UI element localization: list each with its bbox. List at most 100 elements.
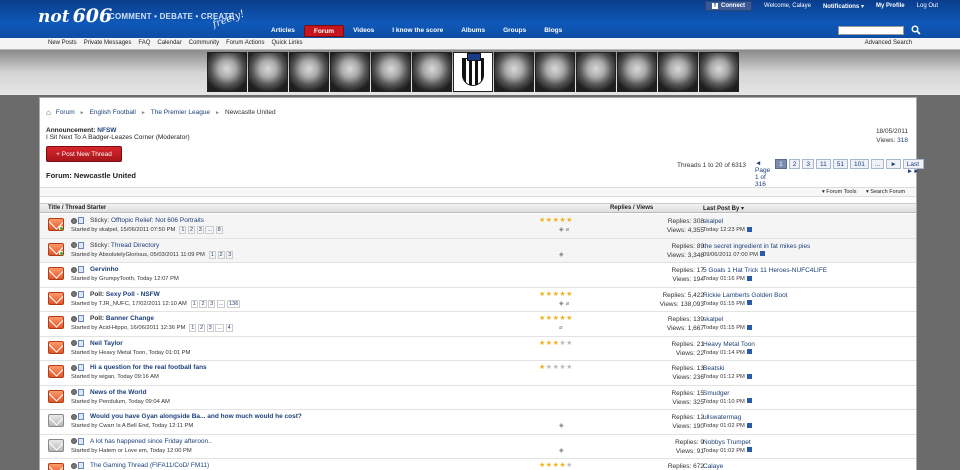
- home-icon[interactable]: ⌂: [46, 108, 51, 117]
- thread-page-link[interactable]: 1: [208, 250, 216, 259]
- thread-page-link[interactable]: 2: [197, 324, 206, 332]
- last-post-user[interactable]: Calaye: [703, 462, 723, 470]
- site-logo[interactable]: not 606: [38, 5, 112, 27]
- go-to-first-unread-icon[interactable]: [71, 340, 77, 346]
- thread-title[interactable]: Poll: Sexy Poll - NSFW: [90, 291, 160, 298]
- last-post-user[interactable]: skalpel: [703, 315, 752, 324]
- thread-title[interactable]: Sticky: Thread Directory: [90, 242, 159, 249]
- thread-page-link[interactable]: 8: [215, 226, 223, 234]
- last-post-user[interactable]: the secret ingredient in fat mikes pies: [703, 242, 810, 251]
- thread-title[interactable]: Sticky: Offtopic Relief: Not 606 Portrai…: [90, 217, 204, 224]
- nav-groups[interactable]: Groups: [494, 25, 535, 37]
- next-page-button[interactable]: ►: [886, 159, 901, 169]
- nav-albums[interactable]: Albums: [452, 25, 494, 37]
- thread-title[interactable]: A lot has happened since Friday afteroon…: [90, 438, 212, 445]
- tag-icon[interactable]: ◈: [559, 251, 564, 258]
- go-to-first-unread-icon[interactable]: [71, 438, 77, 444]
- last-post-user[interactable]: Heavy Metal Toon: [703, 340, 755, 349]
- thread-title-text[interactable]: Sexy Poll - NSFW: [106, 291, 160, 298]
- thread-title-text[interactable]: Would you have Gyan alongside Ba... and …: [90, 413, 302, 420]
- page-link-1[interactable]: 1: [775, 159, 787, 169]
- thread-title-text[interactable]: Gervinho: [90, 266, 119, 273]
- subnav-quick-links[interactable]: Quick Links: [271, 40, 302, 46]
- subnav-faq[interactable]: FAQ: [138, 40, 150, 46]
- go-to-first-unread-icon[interactable]: [71, 462, 77, 469]
- thread-page-link[interactable]: 2: [217, 250, 225, 259]
- nav-articles[interactable]: Articles: [262, 25, 304, 37]
- go-to-first-unread-icon[interactable]: [71, 315, 77, 322]
- page-link-11[interactable]: 11: [816, 159, 831, 169]
- nav-forum[interactable]: Forum: [303, 25, 345, 37]
- subnav-calendar[interactable]: Calendar: [157, 40, 181, 46]
- thread-page-link[interactable]: 2: [188, 226, 196, 234]
- thread-title-text[interactable]: News of the World: [90, 389, 147, 396]
- nav-i-know-the-score[interactable]: I know the score: [383, 25, 452, 37]
- subnav-new-posts[interactable]: New Posts: [48, 40, 77, 46]
- col-replies-views[interactable]: Replies / Views: [610, 205, 653, 211]
- last-post-user[interactable]: ullswatermag: [703, 413, 752, 422]
- search-input[interactable]: [838, 26, 904, 35]
- tag-icon[interactable]: ◈: [559, 422, 564, 429]
- breadcrumb-english-football[interactable]: English Football: [90, 109, 136, 116]
- go-to-last-post-icon[interactable]: [746, 447, 752, 453]
- thread-title-text[interactable]: Neil Taylor: [90, 340, 123, 347]
- tag-icon[interactable]: ◈: [559, 300, 564, 307]
- thread-page-link[interactable]: 3: [226, 250, 234, 259]
- go-to-last-post-icon[interactable]: [746, 300, 752, 306]
- thread-page-link[interactable]: 3: [208, 299, 216, 308]
- thread-page-link[interactable]: 2: [199, 299, 207, 308]
- thread-page-link[interactable]: ...: [205, 226, 214, 234]
- subnav-forum-actions[interactable]: Forum Actions: [226, 40, 264, 46]
- forum-tools-menu[interactable]: ▾ Forum Tools: [822, 189, 856, 195]
- thread-page-link[interactable]: ...: [215, 324, 224, 332]
- breadcrumb-premier-league[interactable]: The Premier League: [151, 109, 210, 116]
- thread-page-link[interactable]: 1: [189, 324, 197, 332]
- thread-title-text[interactable]: A lot has happened since Friday afteroon…: [90, 438, 212, 445]
- thread-page-link[interactable]: 3: [206, 324, 214, 332]
- col-title-starter[interactable]: Title / Thread Starter: [48, 205, 106, 211]
- thread-title[interactable]: News of the World: [90, 389, 147, 396]
- attachment-icon[interactable]: ⌀: [559, 324, 563, 331]
- thread-page-link[interactable]: 4: [225, 324, 233, 332]
- advanced-search-link[interactable]: Advanced Search: [865, 40, 912, 46]
- thread-title[interactable]: Hi a question for the real football fans: [90, 364, 207, 371]
- last-post-user[interactable]: Beatski: [703, 364, 752, 373]
- thread-title[interactable]: The Gaming Thread (FIFA11/CoD/ FM11): [90, 462, 209, 469]
- subnav-private-messages[interactable]: Private Messages: [84, 40, 132, 46]
- subnav-community[interactable]: Community: [189, 40, 219, 46]
- thread-title-text[interactable]: Hi a question for the real football fans: [90, 364, 207, 371]
- thread-title[interactable]: Poll: Banner Change: [90, 315, 154, 322]
- breadcrumb-forum[interactable]: Forum: [56, 109, 75, 116]
- go-to-first-unread-icon[interactable]: [71, 389, 77, 395]
- go-to-first-unread-icon[interactable]: [71, 413, 77, 420]
- page-of-label[interactable]: ◄ Page 1 of 316: [752, 159, 773, 188]
- thread-title-text[interactable]: Thread Directory: [111, 242, 159, 249]
- page-link-3[interactable]: 3: [802, 159, 815, 169]
- page-ellipsis[interactable]: ...: [870, 159, 885, 169]
- search-forum-menu[interactable]: ▾ Search Forum: [866, 189, 905, 195]
- go-to-first-unread-icon[interactable]: [71, 364, 77, 371]
- col-last-post[interactable]: Last Post By ▾: [703, 205, 744, 212]
- go-to-last-post-icon[interactable]: [746, 422, 752, 428]
- thread-page-link[interactable]: 136: [227, 299, 241, 308]
- go-to-last-post-icon[interactable]: [746, 226, 752, 232]
- go-to-last-post-icon[interactable]: [746, 324, 752, 330]
- go-to-last-post-icon[interactable]: [746, 349, 752, 355]
- thread-page-link[interactable]: 1: [190, 299, 198, 308]
- thread-title-text[interactable]: Banner Change: [106, 315, 154, 322]
- go-to-first-unread-icon[interactable]: [71, 266, 77, 273]
- tag-icon[interactable]: ◈: [559, 447, 564, 454]
- my-profile-link[interactable]: My Profile: [876, 3, 905, 9]
- page-link-2[interactable]: 2: [788, 159, 801, 169]
- page-link-51[interactable]: 51: [832, 159, 849, 169]
- go-to-last-post-icon[interactable]: [760, 251, 766, 257]
- facebook-connect-button[interactable]: f Connect: [705, 1, 753, 11]
- announcement-title-link[interactable]: NFSW: [97, 127, 116, 134]
- go-to-first-unread-icon[interactable]: [71, 291, 77, 297]
- logout-link[interactable]: Log Out: [917, 3, 938, 9]
- go-to-first-unread-icon[interactable]: [71, 242, 77, 248]
- thread-page-link[interactable]: ...: [216, 299, 226, 308]
- nav-blogs[interactable]: Blogs: [535, 25, 571, 37]
- go-to-first-unread-icon[interactable]: [71, 217, 77, 224]
- tag-icon[interactable]: ◈: [559, 226, 564, 233]
